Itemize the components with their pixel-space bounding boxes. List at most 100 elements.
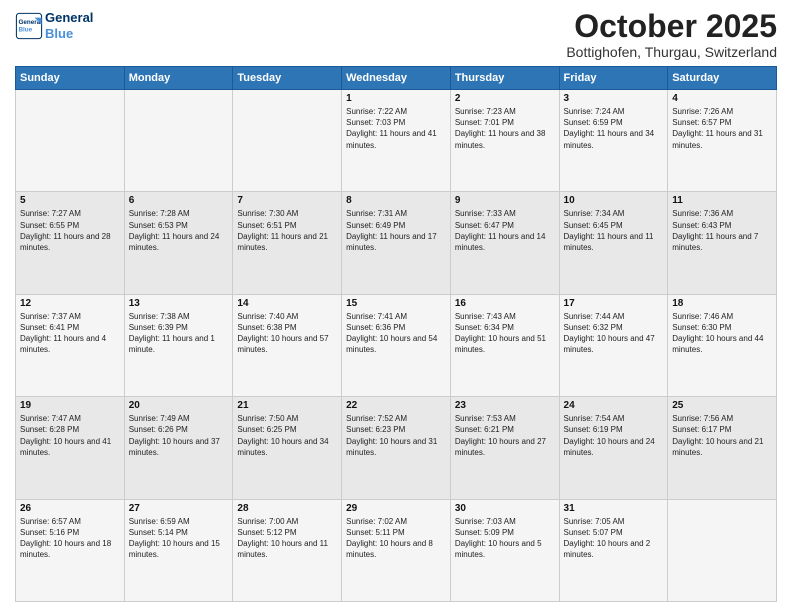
calendar-header-sunday: Sunday xyxy=(16,67,125,90)
day-info: Sunrise: 7:22 AM Sunset: 7:03 PM Dayligh… xyxy=(346,106,446,151)
calendar-cell: 11Sunrise: 7:36 AM Sunset: 6:43 PM Dayli… xyxy=(668,192,777,294)
day-info: Sunrise: 7:46 AM Sunset: 6:30 PM Dayligh… xyxy=(672,311,772,356)
day-number: 18 xyxy=(672,298,772,309)
day-number: 2 xyxy=(455,93,555,104)
calendar-cell: 7 Sunrise: 7:30 AM Sunset: 6:51 PM Daylig… xyxy=(233,192,342,294)
calendar-cell: 16 Sunrise: 7:43 AM Sunset: 6:34 PM Dayli… xyxy=(450,294,559,396)
day-number: 12 xyxy=(20,298,120,309)
day-number: 9 xyxy=(455,195,555,206)
calendar-cell: 9 Sunrise: 7:33 AM Sunset: 6:47 PM Daylig… xyxy=(450,192,559,294)
day-number: 29 xyxy=(346,503,446,514)
logo-text: General Blue xyxy=(45,10,93,41)
calendar-cell: 2 Sunrise: 7:23 AM Sunset: 7:01 PM Daylig… xyxy=(450,90,559,192)
day-number: 7 xyxy=(237,195,337,206)
header: General Blue General Blue October 2025 B… xyxy=(15,10,777,60)
title-block: October 2025 Bottighofen, Thurgau, Switz… xyxy=(566,10,777,60)
calendar-header-wednesday: Wednesday xyxy=(342,67,451,90)
calendar-header-row: SundayMondayTuesdayWednesdayThursdayFrid… xyxy=(16,67,777,90)
calendar-cell: 19 Sunrise: 7:47 AM Sunset: 6:28 PM Dayli… xyxy=(16,397,125,499)
day-number: 3 xyxy=(564,93,664,104)
calendar-header-saturday: Saturday xyxy=(668,67,777,90)
day-info: Sunrise: 7:38 AM Sunset: 6:39 PM Dayligh… xyxy=(129,311,229,356)
day-info: Sunrise: 7:37 AM Sunset: 6:41 PM Dayligh… xyxy=(20,311,120,356)
calendar-cell: 6 Sunrise: 7:28 AM Sunset: 6:53 PM Daylig… xyxy=(124,192,233,294)
day-number: 25 xyxy=(672,400,772,411)
day-number: 22 xyxy=(346,400,446,411)
day-info: Sunrise: 7:26 AM Sunset: 6:57 PM Dayligh… xyxy=(672,106,772,151)
calendar-cell: 31 Sunrise: 7:05 AM Sunset: 5:07 PM Dayli… xyxy=(559,499,668,601)
day-number: 14 xyxy=(237,298,337,309)
day-info: Sunrise: 7:50 AM Sunset: 6:25 PM Dayligh… xyxy=(237,413,337,458)
day-info: Sunrise: 7:44 AM Sunset: 6:32 PM Dayligh… xyxy=(564,311,664,356)
calendar-cell: 23 Sunrise: 7:53 AM Sunset: 6:21 PM Dayli… xyxy=(450,397,559,499)
calendar-cell: 14Sunrise: 7:40 AM Sunset: 6:38 PM Dayli… xyxy=(233,294,342,396)
day-number: 4 xyxy=(672,93,772,104)
day-info: Sunrise: 7:05 AM Sunset: 5:07 PM Dayligh… xyxy=(564,516,664,561)
calendar-cell: 5Sunrise: 7:27 AM Sunset: 6:55 PM Daylig… xyxy=(16,192,125,294)
calendar-cell: 21 Sunrise: 7:50 AM Sunset: 6:25 PM Dayli… xyxy=(233,397,342,499)
day-number: 1 xyxy=(346,93,446,104)
calendar-cell: 24 Sunrise: 7:54 AM Sunset: 6:19 PM Dayli… xyxy=(559,397,668,499)
day-info: Sunrise: 7:00 AM Sunset: 5:12 PM Dayligh… xyxy=(237,516,337,561)
calendar-week-4: 19 Sunrise: 7:47 AM Sunset: 6:28 PM Dayli… xyxy=(16,397,777,499)
calendar-week-3: 12 Sunrise: 7:37 AM Sunset: 6:41 PM Dayli… xyxy=(16,294,777,396)
day-info: Sunrise: 6:57 AM Sunset: 5:16 PM Dayligh… xyxy=(20,516,120,561)
day-number: 31 xyxy=(564,503,664,514)
day-info: Sunrise: 7:30 AM Sunset: 6:51 PM Dayligh… xyxy=(237,208,337,253)
calendar-cell: 29Sunrise: 7:02 AM Sunset: 5:11 PM Dayli… xyxy=(342,499,451,601)
day-number: 30 xyxy=(455,503,555,514)
day-number: 21 xyxy=(237,400,337,411)
calendar-cell: 22 Sunrise: 7:52 AM Sunset: 6:23 PM Dayli… xyxy=(342,397,451,499)
day-info: Sunrise: 7:53 AM Sunset: 6:21 PM Dayligh… xyxy=(455,413,555,458)
calendar-cell: 8 Sunrise: 7:31 AM Sunset: 6:49 PM Daylig… xyxy=(342,192,451,294)
calendar-header-tuesday: Tuesday xyxy=(233,67,342,90)
day-info: Sunrise: 7:24 AM Sunset: 6:59 PM Dayligh… xyxy=(564,106,664,151)
day-info: Sunrise: 7:41 AM Sunset: 6:36 PM Dayligh… xyxy=(346,311,446,356)
page: General Blue General Blue October 2025 B… xyxy=(0,0,792,612)
calendar-cell xyxy=(16,90,125,192)
calendar-cell: 25 Sunrise: 7:56 AM Sunset: 6:17 PM Dayli… xyxy=(668,397,777,499)
calendar-cell: 15Sunrise: 7:41 AM Sunset: 6:36 PM Dayli… xyxy=(342,294,451,396)
day-info: Sunrise: 7:31 AM Sunset: 6:49 PM Dayligh… xyxy=(346,208,446,253)
calendar-cell: 18 Sunrise: 7:46 AM Sunset: 6:30 PM Dayli… xyxy=(668,294,777,396)
day-number: 28 xyxy=(237,503,337,514)
day-number: 16 xyxy=(455,298,555,309)
day-number: 20 xyxy=(129,400,229,411)
calendar-cell: 4 Sunrise: 7:26 AM Sunset: 6:57 PM Daylig… xyxy=(668,90,777,192)
calendar-week-1: 1 Sunrise: 7:22 AM Sunset: 7:03 PM Daylig… xyxy=(16,90,777,192)
calendar-cell: 3 Sunrise: 7:24 AM Sunset: 6:59 PM Daylig… xyxy=(559,90,668,192)
logo-icon: General Blue xyxy=(15,12,43,40)
calendar-cell: 10Sunrise: 7:34 AM Sunset: 6:45 PM Dayli… xyxy=(559,192,668,294)
day-number: 5 xyxy=(20,195,120,206)
day-number: 10 xyxy=(564,195,664,206)
day-info: Sunrise: 7:49 AM Sunset: 6:26 PM Dayligh… xyxy=(129,413,229,458)
calendar-cell: 27Sunrise: 6:59 AM Sunset: 5:14 PM Dayli… xyxy=(124,499,233,601)
calendar-cell: 28 Sunrise: 7:00 AM Sunset: 5:12 PM Dayli… xyxy=(233,499,342,601)
day-info: Sunrise: 7:47 AM Sunset: 6:28 PM Dayligh… xyxy=(20,413,120,458)
svg-text:Blue: Blue xyxy=(19,26,33,33)
day-number: 23 xyxy=(455,400,555,411)
month-title: October 2025 xyxy=(566,10,777,42)
calendar-cell: 26 Sunrise: 6:57 AM Sunset: 5:16 PM Dayli… xyxy=(16,499,125,601)
day-info: Sunrise: 7:56 AM Sunset: 6:17 PM Dayligh… xyxy=(672,413,772,458)
day-info: Sunrise: 7:36 AM Sunset: 6:43 PM Dayligh… xyxy=(672,208,772,253)
day-number: 19 xyxy=(20,400,120,411)
day-number: 24 xyxy=(564,400,664,411)
day-info: Sunrise: 7:54 AM Sunset: 6:19 PM Dayligh… xyxy=(564,413,664,458)
day-info: Sunrise: 7:43 AM Sunset: 6:34 PM Dayligh… xyxy=(455,311,555,356)
calendar-cell: 17Sunrise: 7:44 AM Sunset: 6:32 PM Dayli… xyxy=(559,294,668,396)
calendar-header-friday: Friday xyxy=(559,67,668,90)
day-info: Sunrise: 7:52 AM Sunset: 6:23 PM Dayligh… xyxy=(346,413,446,458)
day-info: Sunrise: 6:59 AM Sunset: 5:14 PM Dayligh… xyxy=(129,516,229,561)
calendar-cell xyxy=(233,90,342,192)
calendar-cell: 13Sunrise: 7:38 AM Sunset: 6:39 PM Dayli… xyxy=(124,294,233,396)
day-info: Sunrise: 7:28 AM Sunset: 6:53 PM Dayligh… xyxy=(129,208,229,253)
day-number: 8 xyxy=(346,195,446,206)
location-title: Bottighofen, Thurgau, Switzerland xyxy=(566,44,777,60)
day-info: Sunrise: 7:23 AM Sunset: 7:01 PM Dayligh… xyxy=(455,106,555,151)
calendar-week-2: 5Sunrise: 7:27 AM Sunset: 6:55 PM Daylig… xyxy=(16,192,777,294)
day-number: 26 xyxy=(20,503,120,514)
calendar-cell xyxy=(124,90,233,192)
day-number: 6 xyxy=(129,195,229,206)
day-info: Sunrise: 7:33 AM Sunset: 6:47 PM Dayligh… xyxy=(455,208,555,253)
